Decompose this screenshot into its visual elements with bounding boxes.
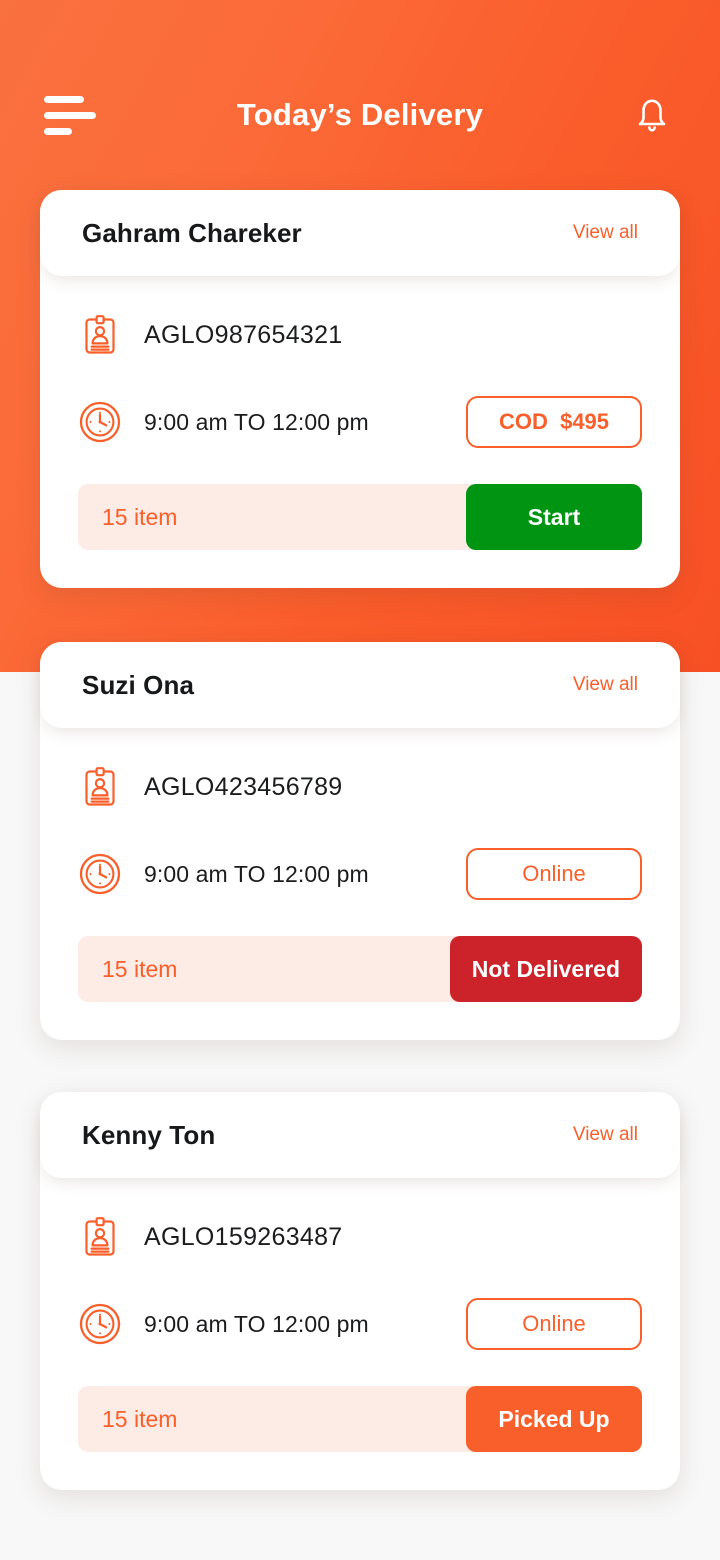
payment-badge[interactable]: Online — [466, 1298, 642, 1350]
delivery-card-body: AGLO423456789 9:00 am TO 12:00 pm Online… — [40, 728, 680, 1040]
item-count: 15 item — [102, 503, 178, 530]
id-badge-icon — [78, 765, 122, 809]
delivery-card-body: AGLO159263487 9:00 am TO 12:00 pm Online… — [40, 1178, 680, 1490]
order-number: AGLO987654321 — [144, 320, 343, 349]
delivery-action-button[interactable]: Not Delivered — [449, 936, 642, 1002]
delivery-action-button[interactable]: Picked Up — [466, 1386, 642, 1452]
view-all-link[interactable]: View all — [573, 222, 638, 244]
delivery-card-header: Gahram Chareker View all — [40, 190, 680, 276]
delivery-card-header: Suzi Ona View all — [40, 642, 680, 728]
view-all-link[interactable]: View all — [573, 674, 638, 696]
order-number: AGLO159263487 — [144, 1222, 343, 1251]
time-window: 9:00 am TO 12:00 pm — [144, 1310, 369, 1337]
payment-badge[interactable]: COD $495 — [466, 396, 642, 448]
clock-icon — [78, 400, 122, 444]
customer-name: Gahram Chareker — [82, 217, 302, 248]
customer-name: Suzi Ona — [82, 669, 195, 700]
delivery-card: Suzi Ona View all AGLO423456789 9:00 am … — [40, 642, 680, 1040]
time-window-row: 9:00 am TO 12:00 pm Online — [78, 1298, 642, 1350]
clock-icon — [78, 1302, 122, 1346]
card-footer-bar: 15 item Start — [78, 484, 642, 550]
delivery-card-body: AGLO987654321 9:00 am TO 12:00 pm COD $4… — [40, 276, 680, 588]
item-count: 15 item — [102, 955, 178, 982]
time-window: 9:00 am TO 12:00 pm — [144, 408, 369, 435]
time-window-row: 9:00 am TO 12:00 pm Online — [78, 848, 642, 900]
order-number-row: AGLO159263487 — [78, 1212, 642, 1262]
id-badge-icon — [78, 1215, 122, 1259]
customer-name: Kenny Ton — [82, 1119, 216, 1150]
clock-icon — [78, 852, 122, 896]
order-number: AGLO423456789 — [144, 772, 343, 801]
time-window-row: 9:00 am TO 12:00 pm COD $495 — [78, 396, 642, 448]
delivery-card: Gahram Chareker View all AGLO987654321 9… — [40, 190, 680, 588]
delivery-card: Kenny Ton View all AGLO159263487 9:00 am… — [40, 1092, 680, 1490]
delivery-action-button[interactable]: Start — [466, 484, 642, 550]
card-footer-bar: 15 item Not Delivered — [78, 936, 642, 1002]
notification-bell-icon[interactable] — [630, 92, 674, 138]
delivery-card-header: Kenny Ton View all — [40, 1092, 680, 1178]
time-window: 9:00 am TO 12:00 pm — [144, 860, 369, 887]
order-number-row: AGLO987654321 — [78, 310, 642, 360]
order-number-row: AGLO423456789 — [78, 762, 642, 812]
item-count: 15 item — [102, 1405, 178, 1432]
payment-badge[interactable]: Online — [466, 848, 642, 900]
view-all-link[interactable]: View all — [573, 1124, 638, 1146]
id-badge-icon — [78, 313, 122, 357]
card-footer-bar: 15 item Picked Up — [78, 1386, 642, 1452]
page-title: Today’s Delivery — [236, 97, 484, 132]
delivery-app-screen: Today’s Delivery Gahram Chareker View al… — [0, 0, 720, 1560]
app-top-bar: Today’s Delivery — [0, 60, 720, 170]
